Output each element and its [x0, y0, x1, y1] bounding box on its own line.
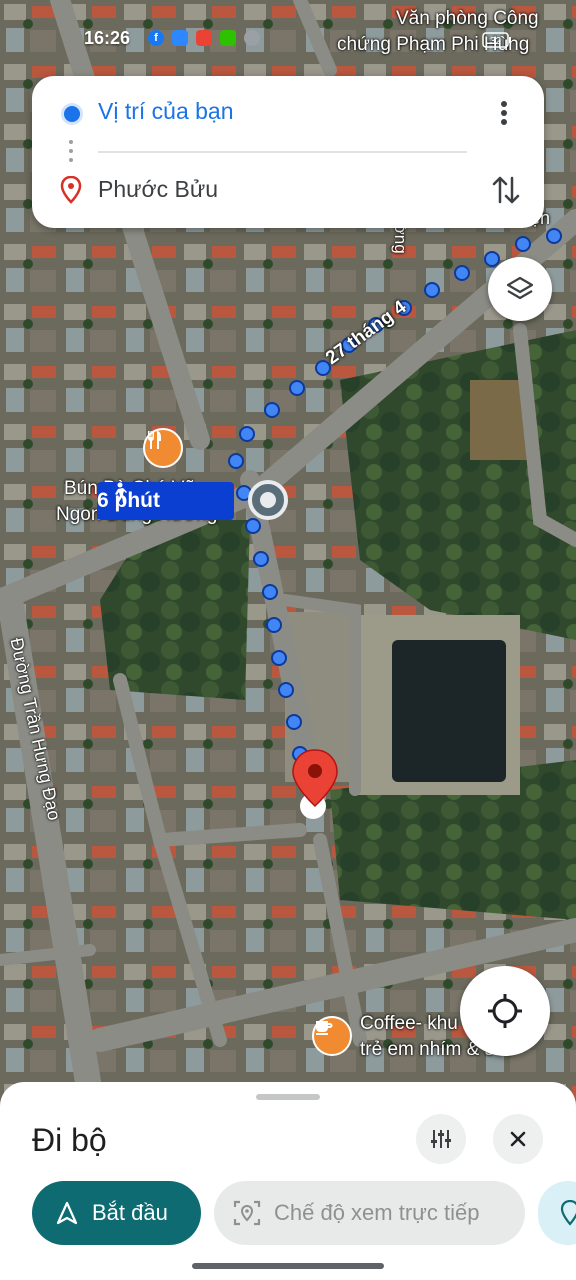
destination-field[interactable]: Phước Bửu: [98, 176, 218, 203]
origin-dot-icon: [64, 106, 80, 122]
notification-icons: f: [148, 30, 260, 46]
gmail-icon: [196, 30, 212, 46]
directions-card: Vị trí của bạn Phước Bửu: [32, 76, 544, 228]
pin-icon: [560, 1200, 576, 1226]
messenger-icon: [172, 30, 188, 46]
start-label: Bắt đầu: [92, 1200, 168, 1225]
start-navigation-button[interactable]: Bắt đầu: [32, 1181, 201, 1245]
walk-time-chip[interactable]: 6 phút: [97, 482, 234, 520]
live-view-icon: [233, 1200, 261, 1226]
add-stop-button[interactable]: [538, 1181, 576, 1245]
status-bar: 16:26 f 32: [0, 0, 576, 80]
navigation-arrow-icon: [56, 1201, 78, 1225]
coffee-icon[interactable]: [312, 1016, 352, 1056]
battery-icon: 32: [482, 32, 511, 48]
tune-icon: [431, 1130, 451, 1148]
status-time: 16:26: [84, 28, 131, 48]
walk-time-label: 6 phút: [97, 489, 160, 512]
more-options-icon[interactable]: [492, 98, 516, 128]
close-button[interactable]: [493, 1114, 543, 1164]
wechat-icon: [220, 30, 236, 46]
live-view-label: Chế độ xem trực tiếp: [274, 1200, 480, 1225]
facebook-icon: f: [148, 30, 164, 46]
gesture-nav-bar[interactable]: [192, 1263, 384, 1269]
route-options-button[interactable]: [416, 1114, 466, 1164]
route-connector-icon: [69, 139, 73, 167]
swap-icon[interactable]: [490, 172, 522, 208]
crosshair-icon: [488, 994, 522, 1028]
close-icon: [510, 1131, 526, 1147]
card-divider: [98, 151, 467, 153]
sheet-drag-handle[interactable]: [256, 1094, 320, 1100]
layers-icon: [506, 276, 534, 300]
walk-icon: [115, 482, 127, 503]
bottom-sheet: Đi bộ Bắt đầu Chế độ xem trực tiếp: [0, 1082, 576, 1280]
account-icon: [244, 30, 260, 46]
route-start-marker: [248, 480, 288, 520]
destination-pin-icon: [60, 175, 82, 209]
restaurant-icon[interactable]: [143, 428, 183, 468]
origin-field[interactable]: Vị trí của bạn: [98, 98, 234, 125]
my-location-button[interactable]: [460, 966, 550, 1056]
svg-text:32: 32: [490, 36, 502, 47]
live-view-button[interactable]: Chế độ xem trực tiếp: [214, 1181, 525, 1245]
layers-button[interactable]: [488, 257, 552, 321]
travel-mode-title: Đi bộ: [32, 1122, 107, 1158]
system-icons: 32: [482, 32, 512, 48]
